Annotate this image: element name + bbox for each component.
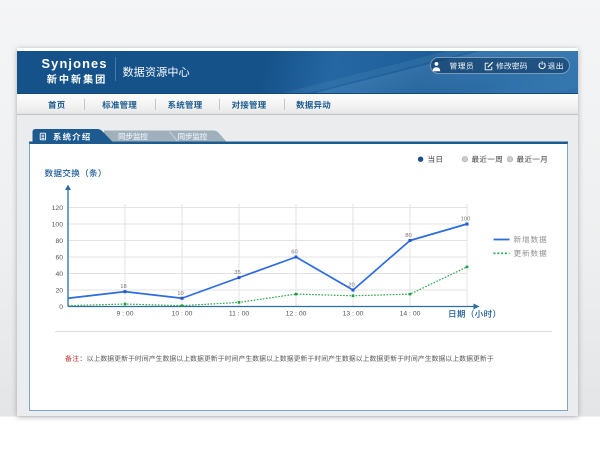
svg-text:14 : 00: 14 : 00 [400, 311, 421, 318]
svg-text:11 : 00: 11 : 00 [229, 311, 250, 318]
svg-text:120: 120 [52, 205, 64, 212]
svg-text:13 : 00: 13 : 00 [343, 311, 364, 318]
svg-text:18: 18 [120, 284, 126, 290]
svg-text:80: 80 [55, 238, 63, 245]
svg-text:80: 80 [405, 233, 411, 239]
svg-text:20: 20 [348, 283, 354, 289]
svg-text:Synjones: Synjones [42, 56, 108, 71]
svg-text:40: 40 [55, 271, 63, 278]
svg-text:0: 0 [59, 304, 63, 311]
svg-text:10 : 00: 10 : 00 [172, 311, 193, 318]
svg-text:9 : 00: 9 : 00 [116, 311, 133, 318]
svg-text:60: 60 [291, 250, 297, 256]
svg-text:60: 60 [55, 254, 63, 261]
svg-text:12 : 00: 12 : 00 [286, 311, 307, 318]
svg-text:100: 100 [461, 217, 471, 223]
svg-text:35: 35 [234, 270, 240, 276]
svg-text:100: 100 [52, 221, 64, 228]
svg-text:10: 10 [177, 291, 183, 297]
svg-text:20: 20 [55, 287, 63, 294]
